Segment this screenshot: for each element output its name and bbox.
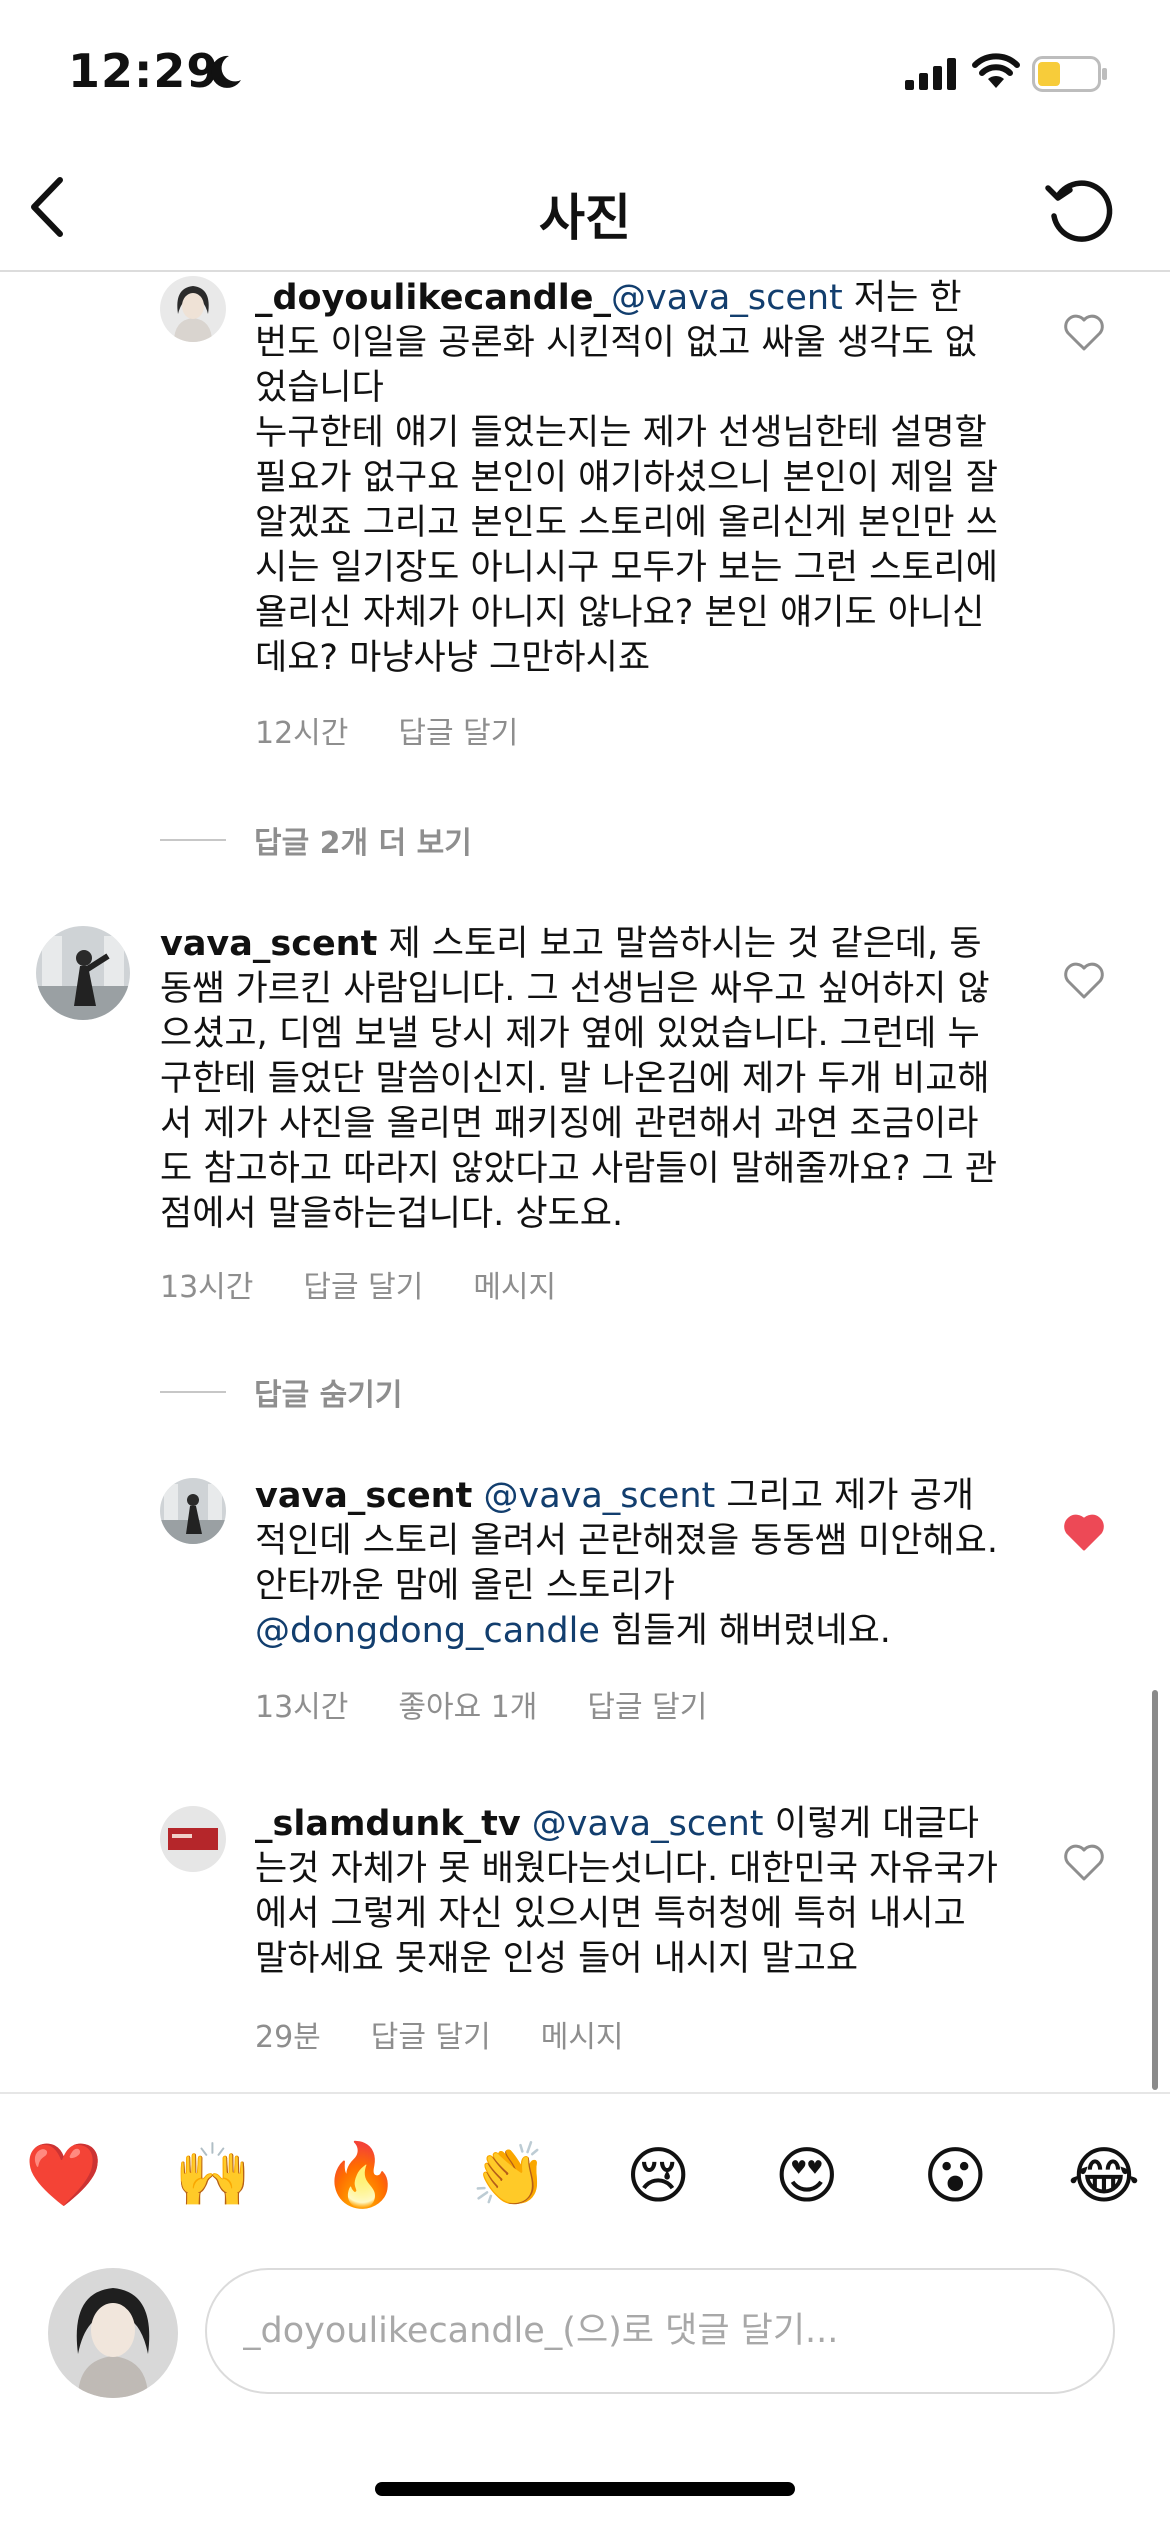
comment-body: vava_scent 제 스토리 보고 말씀하시는 것 같은데, 동동쌤 가르킨… <box>160 922 1005 1237</box>
message-button[interactable]: 메시지 <box>473 1262 556 1306</box>
likes-count[interactable]: 좋아요 1개 <box>398 1682 537 1726</box>
home-indicator <box>375 2482 795 2496</box>
avatar[interactable] <box>36 926 130 1020</box>
comment-body: vava_scent @vava_scent 그리고 제가 공개적인데 스토리 … <box>255 1474 1000 1654</box>
message-button[interactable]: 메시지 <box>541 2012 624 2056</box>
heart-icon[interactable] <box>1062 1842 1106 1882</box>
comment-paragraph: 누구한테 얘기 들었는지는 제가 선생님한테 설명할 필요가 없구요 본인이 얘… <box>255 413 998 678</box>
comment-meta: 29분 답글 달기 메시지 <box>255 2012 624 2056</box>
heart-icon[interactable] <box>1062 312 1106 352</box>
cellular-signal-icon <box>905 58 956 90</box>
emoji-bar-divider <box>0 2092 1170 2094</box>
heart-icon[interactable] <box>1062 960 1106 1000</box>
comment-timestamp: 13시간 <box>255 1690 349 1725</box>
nav-divider <box>0 270 1170 272</box>
scrollbar[interactable] <box>1152 1690 1158 2090</box>
avatar[interactable] <box>160 1478 226 1544</box>
page-title: 사진 <box>539 189 631 247</box>
divider-line <box>160 839 226 841</box>
view-more-replies[interactable]: 답글 2개 더 보기 <box>160 818 472 862</box>
hide-replies[interactable]: 답글 숨기기 <box>160 1370 402 1414</box>
battery-icon <box>1032 56 1107 92</box>
comment-meta: 12시간 답글 달기 <box>255 708 518 752</box>
comment-timestamp: 29분 <box>255 2020 321 2055</box>
avatar-photo <box>160 1478 226 1544</box>
status-time: 12:29 <box>68 44 220 98</box>
emoji-laughing-button[interactable]: 😂 <box>1064 2135 1144 2215</box>
emoji-heart-button[interactable]: ❤️ <box>24 2135 104 2215</box>
emoji-heart-eyes-button[interactable]: 😍 <box>767 2135 847 2215</box>
comment-input[interactable] <box>205 2268 1115 2394</box>
hide-replies-label: 답글 숨기기 <box>254 1378 403 1413</box>
mention-link[interactable]: @vava_scent <box>611 278 843 318</box>
avatar-photo <box>48 2268 178 2398</box>
comment-timestamp: 13시간 <box>160 1270 254 1305</box>
divider-line <box>160 1391 226 1393</box>
comment-username[interactable]: vava_scent <box>255 1476 472 1516</box>
comment-text: 힘들게 해버렸네요. <box>599 1611 891 1651</box>
comment-body: _slamdunk_tv @vava_scent 이렇게 대글다는것 자체가 못… <box>255 1802 1000 1982</box>
comment-text: 제 스토리 보고 말씀하시는 것 같은데, 동동쌤 가르킨 사람입니다. 그 선… <box>160 924 998 1234</box>
comment-text: 번도 이일을 공론화 시킨적이 없고 싸울 생각도 없었습니다 <box>255 323 977 408</box>
emoji-surprised-button[interactable]: 😮 <box>915 2135 995 2215</box>
mention-link[interactable]: @dongdong_candle <box>255 1611 600 1651</box>
reply-button[interactable]: 답글 달기 <box>587 1682 707 1726</box>
comment-body: _doyoulikecandle_@vava_scent 저는 한 번도 이일을… <box>255 276 1000 681</box>
comment-username[interactable]: vava_scent <box>160 924 377 964</box>
emoji-quick-bar: ❤️ 🙌 🔥 👏 😢 😍 😮 😂 <box>24 2135 1144 2215</box>
reply-button[interactable]: 답글 달기 <box>398 708 518 752</box>
emoji-clapping-button[interactable]: 👏 <box>470 2135 550 2215</box>
avatar-photo <box>160 1806 226 1872</box>
view-more-replies-label: 답글 2개 더 보기 <box>254 826 472 861</box>
avatar-photo <box>160 276 226 342</box>
emoji-fire-button[interactable]: 🔥 <box>321 2135 401 2215</box>
comment-text: 저는 한 <box>842 278 962 318</box>
current-user-avatar[interactable] <box>48 2268 178 2398</box>
reply-button[interactable]: 답글 달기 <box>371 2012 491 2056</box>
comment-meta: 13시간 답글 달기 메시지 <box>160 1262 556 1306</box>
heart-filled-icon[interactable] <box>1062 1512 1106 1552</box>
comment-username[interactable]: _doyoulikecandle_ <box>255 278 611 318</box>
avatar[interactable] <box>160 276 226 342</box>
emoji-raised-hands-button[interactable]: 🙌 <box>173 2135 253 2215</box>
comment-meta: 13시간 좋아요 1개 답글 달기 <box>255 1682 707 1726</box>
mention-link[interactable]: @vava_scent <box>483 1476 715 1516</box>
comment-username[interactable]: _slamdunk_tv <box>255 1804 521 1844</box>
moon-icon <box>211 55 241 88</box>
avatar[interactable] <box>160 1806 226 1872</box>
emoji-crying-button[interactable]: 😢 <box>618 2135 698 2215</box>
mention-link[interactable]: @vava_scent <box>532 1804 764 1844</box>
reply-button[interactable]: 답글 달기 <box>303 1262 423 1306</box>
comment-timestamp: 12시간 <box>255 716 349 751</box>
wifi-icon <box>972 53 1020 88</box>
refresh-icon[interactable] <box>1040 170 1120 250</box>
avatar-photo <box>36 926 130 1020</box>
